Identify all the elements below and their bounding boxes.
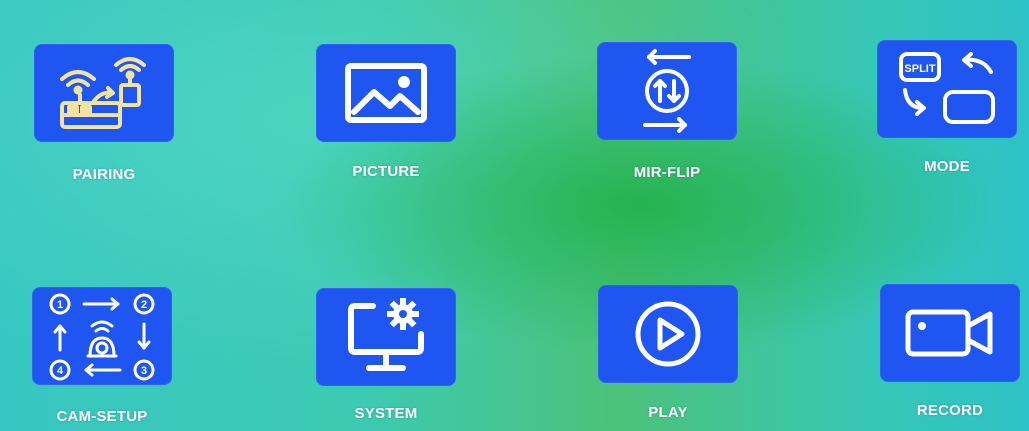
pairing-icon bbox=[60, 57, 146, 129]
cam-setup-button[interactable]: 1 2 3 4 bbox=[32, 287, 172, 385]
system-label: SYSTEM bbox=[354, 405, 418, 422]
record-label: RECORD bbox=[916, 402, 984, 419]
split-badge-text: SPLIT bbox=[904, 63, 935, 75]
picture-icon bbox=[345, 63, 427, 123]
mir-flip-button[interactable] bbox=[597, 42, 737, 140]
mir-flip-label: MIR-FLIP bbox=[633, 164, 701, 181]
step-4-label: 4 bbox=[57, 365, 64, 377]
pairing-button[interactable] bbox=[34, 44, 174, 142]
camera-setup-icon: 1 2 3 4 bbox=[49, 293, 155, 381]
mirror-flip-icon bbox=[643, 49, 691, 133]
play-label: PLAY bbox=[648, 404, 688, 421]
play-button[interactable] bbox=[598, 285, 738, 383]
mode-label: MODE bbox=[924, 158, 970, 175]
system-button[interactable] bbox=[316, 288, 456, 386]
cam-setup-label: CAM-SETUP bbox=[56, 408, 148, 425]
mode-button[interactable]: SPLIT bbox=[877, 40, 1017, 138]
step-2-label: 2 bbox=[141, 299, 147, 311]
picture-label: PICTURE bbox=[352, 163, 420, 180]
record-button[interactable] bbox=[880, 284, 1020, 382]
record-camera-icon bbox=[905, 309, 993, 357]
monitor-menu-screen: SPLIT 1 2 3 4 PAIRING PICTURE MIR-FLIP M… bbox=[0, 0, 1029, 431]
system-settings-icon bbox=[348, 298, 424, 371]
step-3-label: 3 bbox=[141, 365, 147, 377]
step-1-label: 1 bbox=[57, 299, 63, 311]
picture-button[interactable] bbox=[316, 44, 456, 142]
play-icon bbox=[635, 301, 701, 367]
pairing-label: PAIRING bbox=[72, 166, 136, 183]
mode-icon: SPLIT bbox=[899, 52, 995, 124]
